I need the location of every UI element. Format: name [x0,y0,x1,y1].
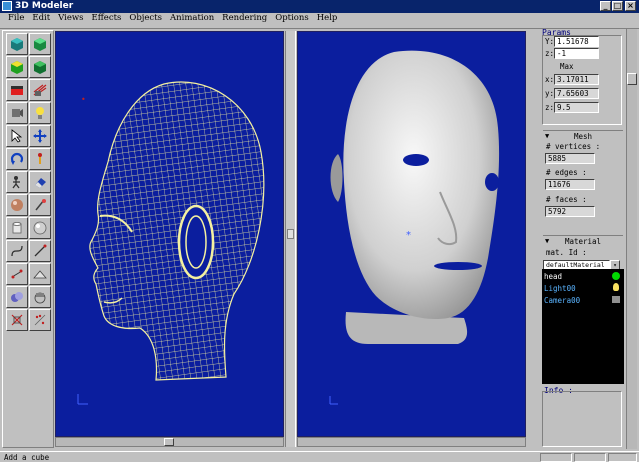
z-field[interactable]: -1 [554,48,599,59]
viewport-wireframe[interactable]: • [55,31,284,437]
boolean-tool[interactable] [29,286,51,308]
scatter-tool[interactable] [29,309,51,331]
menu-file[interactable]: File [4,13,28,23]
max-x-label: x: [545,75,555,84]
scene-item-light[interactable]: Light00 [544,284,576,293]
shaded-head: * [329,50,500,405]
mesh-header[interactable]: ▼ Mesh [543,130,623,141]
max-x-field[interactable]: 3.17011 [554,74,599,85]
menu-edit[interactable]: Edit [28,13,54,23]
properties-panel: Params Y: 1.51678 z: -1 Max x: 3.17011 y… [540,28,626,449]
app-icon [2,1,12,11]
walk-tool[interactable] [6,171,28,193]
maximize-button[interactable]: □ [612,1,623,11]
viewport-splitter[interactable] [285,31,296,447]
scene-item-camera[interactable]: Camera00 [544,296,580,305]
cube-shaded-tool[interactable] [29,56,51,78]
minimize-button[interactable]: _ [600,1,611,11]
menu-bar: File Edit Views Effects Objects Animation Rend… [0,13,639,29]
cube-green-tool[interactable] [29,33,51,55]
eraser-tool[interactable] [29,171,51,193]
status-box-1 [540,453,572,462]
sphere-tool[interactable] [29,217,51,239]
svg-text:*: * [406,230,411,241]
cylinder-tool[interactable] [6,217,28,239]
max-label: Max [560,62,574,71]
viewport-shaded[interactable]: * [297,31,526,437]
panel-scroll-thumb[interactable] [627,73,637,85]
mesh-title: Mesh [573,132,593,141]
menu-views[interactable]: Views [54,13,87,23]
wireframe-head: • [77,81,265,405]
vertices-label: # vertices : [546,142,601,151]
status-message: Add a cube [4,453,50,462]
camera-icon [612,296,620,303]
light-tool[interactable] [29,102,51,124]
y-field[interactable]: 1.51678 [554,36,599,47]
menu-help[interactable]: Help [313,13,342,23]
move-tool[interactable] [29,125,51,147]
scale-tool[interactable] [29,148,51,170]
menu-effects[interactable]: Effects [88,13,126,23]
menu-objects[interactable]: Objects [125,13,166,23]
edges-label: # edges : [546,168,587,177]
splitter-handle[interactable] [287,229,294,239]
window-title: 3D Modeler [15,1,74,11]
left-scroll-thumb[interactable] [164,438,174,446]
curve-tool[interactable] [6,240,28,262]
close-button[interactable]: × [625,1,636,11]
status-box-2 [574,453,606,462]
title-bar: 3D Modeler _ □ × [0,0,639,13]
cube-tool[interactable] [6,33,28,55]
max-z-label: z: [545,103,555,112]
status-box-3 [608,453,637,462]
cube-yellow-tool[interactable] [6,56,28,78]
edges-field: 11676 [545,179,595,190]
scene-item-head[interactable]: head [544,272,562,281]
material-title: Material [564,237,602,246]
group-tool[interactable] [6,286,28,308]
surface-tool[interactable] [6,79,28,101]
max-y-label: y: [545,89,555,98]
toolbox [2,30,54,448]
left-viewport-scrollbar[interactable] [55,437,284,447]
selected-dot-icon [612,272,620,280]
max-z-field[interactable]: 9.5 [554,102,599,113]
vertices-field: 5885 [545,153,595,164]
y-label: Y: [545,37,555,46]
z-label: z: [545,49,555,58]
camera-tool[interactable] [6,102,28,124]
paint-tool[interactable] [29,194,51,216]
transform-tool[interactable] [6,309,28,331]
svg-text:•: • [81,95,86,104]
scene-tree[interactable]: head Light00 Camera00 [542,269,624,384]
menu-options[interactable]: Options [271,13,313,23]
vertex-tool[interactable] [6,263,28,285]
light-icon [613,283,619,291]
material-tool[interactable] [6,194,28,216]
mat-id-label: mat. Id : [546,248,587,257]
plane-tool[interactable] [29,263,51,285]
mesh-tool[interactable] [29,79,51,101]
menu-animation[interactable]: Animation [166,13,218,23]
material-header[interactable]: ▼ Material [543,235,623,246]
faces-label: # faces : [546,195,587,204]
panel-scrollbar[interactable] [626,29,637,449]
select-arrow-tool[interactable] [6,125,28,147]
max-y-field[interactable]: 7.65603 [554,88,599,99]
line-tool[interactable] [29,240,51,262]
faces-field: 5792 [545,206,595,217]
rotate-tool[interactable] [6,148,28,170]
right-viewport-scrollbar[interactable] [297,437,526,447]
menu-rendering[interactable]: Rendering [218,13,271,23]
status-bar: Add a cube [0,451,639,462]
info-group [542,391,622,447]
